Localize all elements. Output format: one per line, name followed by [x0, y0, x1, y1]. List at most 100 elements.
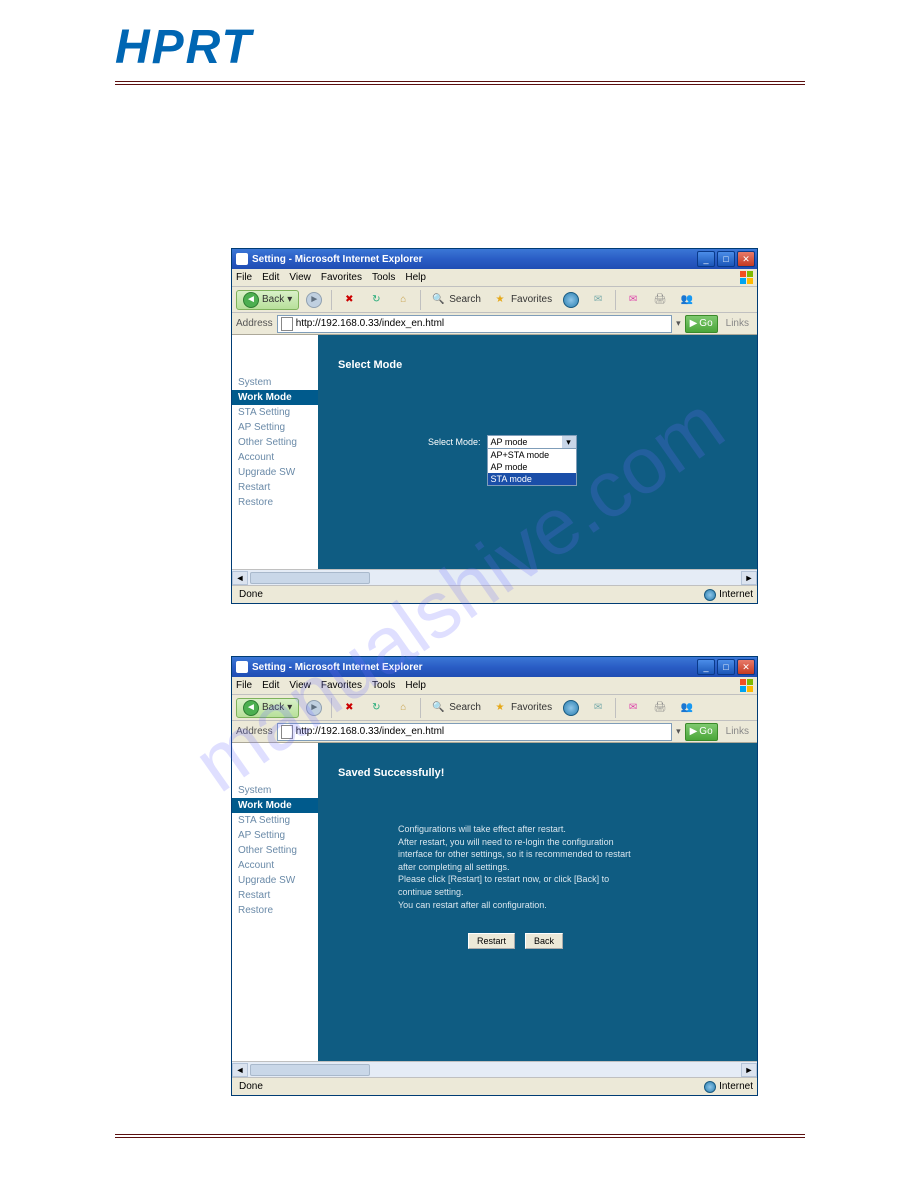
scroll-right-icon[interactable]: ►: [741, 571, 757, 585]
status-done: Done: [239, 1081, 263, 1092]
mail-button[interactable]: ✉: [621, 290, 645, 310]
mail-button[interactable]: ✉: [621, 698, 645, 718]
maximize-button[interactable]: □: [717, 251, 735, 267]
print-button[interactable]: 🖨: [648, 290, 672, 310]
dropdown-arrow-icon[interactable]: ▾: [562, 436, 576, 448]
sidebar-item-othersetting[interactable]: Other Setting: [232, 435, 318, 450]
menu-edit[interactable]: Edit: [262, 680, 279, 691]
main-panel: Select Mode Select Mode: AP mode ▾ AP+ST…: [318, 335, 757, 569]
history-button[interactable]: ✉: [586, 290, 610, 310]
window-title: Setting - Microsoft Internet Explorer: [252, 662, 697, 673]
sidebar-item-restore[interactable]: Restore: [232, 903, 318, 918]
menu-edit[interactable]: Edit: [262, 272, 279, 283]
minimize-button[interactable]: _: [697, 251, 715, 267]
menu-view[interactable]: View: [289, 272, 311, 283]
back-dropdown-icon[interactable]: ▾: [287, 702, 292, 713]
sidebar-item-apsetting[interactable]: AP Setting: [232, 420, 318, 435]
sidebar-item-stasetting[interactable]: STA Setting: [232, 813, 318, 828]
maximize-button[interactable]: □: [717, 659, 735, 675]
media-button[interactable]: [559, 290, 583, 310]
history-icon: ✉: [590, 292, 606, 308]
mail-icon: ✉: [625, 292, 641, 308]
links-label[interactable]: Links: [722, 318, 753, 329]
scroll-thumb[interactable]: [250, 1064, 370, 1076]
back-button[interactable]: Back: [525, 933, 563, 949]
sidebar-item-upgradesw[interactable]: Upgrade SW: [232, 465, 318, 480]
scroll-left-icon[interactable]: ◄: [232, 1063, 248, 1077]
menu-file[interactable]: File: [236, 680, 252, 691]
sidebar-item-apsetting[interactable]: AP Setting: [232, 828, 318, 843]
history-button[interactable]: ✉: [586, 698, 610, 718]
messenger-button[interactable]: 👥: [675, 290, 699, 310]
menu-favorites[interactable]: Favorites: [321, 272, 362, 283]
menu-tools[interactable]: Tools: [372, 272, 395, 283]
close-button[interactable]: ✕: [737, 251, 755, 267]
address-url: http://192.168.0.33/index_en.html: [296, 318, 444, 329]
address-input[interactable]: http://192.168.0.33/index_en.html: [277, 723, 672, 741]
back-dropdown-icon[interactable]: ▾: [287, 294, 292, 305]
sidebar-item-system[interactable]: System: [232, 375, 318, 390]
mode-dropdown[interactable]: AP mode ▾ AP+STA mode AP mode STA mode: [487, 435, 577, 486]
mode-option[interactable]: STA mode: [488, 473, 576, 485]
main-panel: Saved Successfully! Configurations will …: [318, 743, 757, 1061]
sidebar-item-account[interactable]: Account: [232, 858, 318, 873]
scroll-right-icon[interactable]: ►: [741, 1063, 757, 1077]
address-url: http://192.168.0.33/index_en.html: [296, 726, 444, 737]
stop-button[interactable]: ✖: [337, 698, 361, 718]
horizontal-scrollbar[interactable]: ◄ ►: [232, 569, 757, 585]
messenger-button[interactable]: 👥: [675, 698, 699, 718]
refresh-button[interactable]: ↻: [364, 698, 388, 718]
minimize-button[interactable]: _: [697, 659, 715, 675]
favorites-button[interactable]: ★ Favorites: [488, 698, 556, 718]
search-button[interactable]: 🔍 Search: [426, 698, 485, 718]
sidebar-item-stasetting[interactable]: STA Setting: [232, 405, 318, 420]
sidebar-item-account[interactable]: Account: [232, 450, 318, 465]
sidebar-item-workmode[interactable]: Work Mode: [232, 798, 318, 813]
sidebar-item-upgradesw[interactable]: Upgrade SW: [232, 873, 318, 888]
media-icon: [563, 700, 579, 716]
favorites-button[interactable]: ★ Favorites: [488, 290, 556, 310]
save-message: Configurations will take effect after re…: [398, 823, 658, 911]
restart-button[interactable]: Restart: [468, 933, 515, 949]
internet-zone-icon: [704, 1081, 716, 1093]
titlebar[interactable]: Setting - Microsoft Internet Explorer _ …: [232, 249, 757, 269]
menu-tools[interactable]: Tools: [372, 680, 395, 691]
sidebar-item-restart[interactable]: Restart: [232, 888, 318, 903]
horizontal-scrollbar[interactable]: ◄ ►: [232, 1061, 757, 1077]
home-button[interactable]: ⌂: [391, 290, 415, 310]
links-label[interactable]: Links: [722, 726, 753, 737]
sidebar-item-restart[interactable]: Restart: [232, 480, 318, 495]
stop-button[interactable]: ✖: [337, 290, 361, 310]
media-button[interactable]: [559, 698, 583, 718]
menu-file[interactable]: File: [236, 272, 252, 283]
mode-option[interactable]: AP+STA mode: [488, 449, 576, 461]
close-button[interactable]: ✕: [737, 659, 755, 675]
menu-view[interactable]: View: [289, 680, 311, 691]
scroll-thumb[interactable]: [250, 572, 370, 584]
menu-help[interactable]: Help: [405, 680, 426, 691]
refresh-button[interactable]: ↻: [364, 290, 388, 310]
sidebar-item-workmode[interactable]: Work Mode: [232, 390, 318, 405]
forward-button[interactable]: ►: [302, 698, 326, 718]
forward-button[interactable]: ►: [302, 290, 326, 310]
mode-option[interactable]: AP mode: [488, 461, 576, 473]
go-button[interactable]: ▶ Go: [685, 723, 718, 741]
address-input[interactable]: http://192.168.0.33/index_en.html: [277, 315, 672, 333]
sidebar-item-othersetting[interactable]: Other Setting: [232, 843, 318, 858]
print-button[interactable]: 🖨: [648, 698, 672, 718]
menu-help[interactable]: Help: [405, 272, 426, 283]
search-button[interactable]: 🔍 Search: [426, 290, 485, 310]
content-area: System Work Mode STA Setting AP Setting …: [232, 743, 757, 1061]
select-mode-row: Select Mode: AP mode ▾ AP+STA mode AP mo…: [428, 435, 577, 486]
titlebar[interactable]: Setting - Microsoft Internet Explorer _ …: [232, 657, 757, 677]
back-button[interactable]: ◄ Back ▾: [236, 698, 299, 718]
sidebar-item-system[interactable]: System: [232, 783, 318, 798]
home-button[interactable]: ⌂: [391, 698, 415, 718]
back-button[interactable]: ◄ Back ▾: [236, 290, 299, 310]
scroll-left-icon[interactable]: ◄: [232, 571, 248, 585]
sidebar-item-restore[interactable]: Restore: [232, 495, 318, 510]
panel-title: Select Mode: [338, 359, 402, 371]
menu-favorites[interactable]: Favorites: [321, 680, 362, 691]
screenshot-2: Setting - Microsoft Internet Explorer _ …: [231, 656, 758, 1096]
go-button[interactable]: ▶ Go: [685, 315, 718, 333]
